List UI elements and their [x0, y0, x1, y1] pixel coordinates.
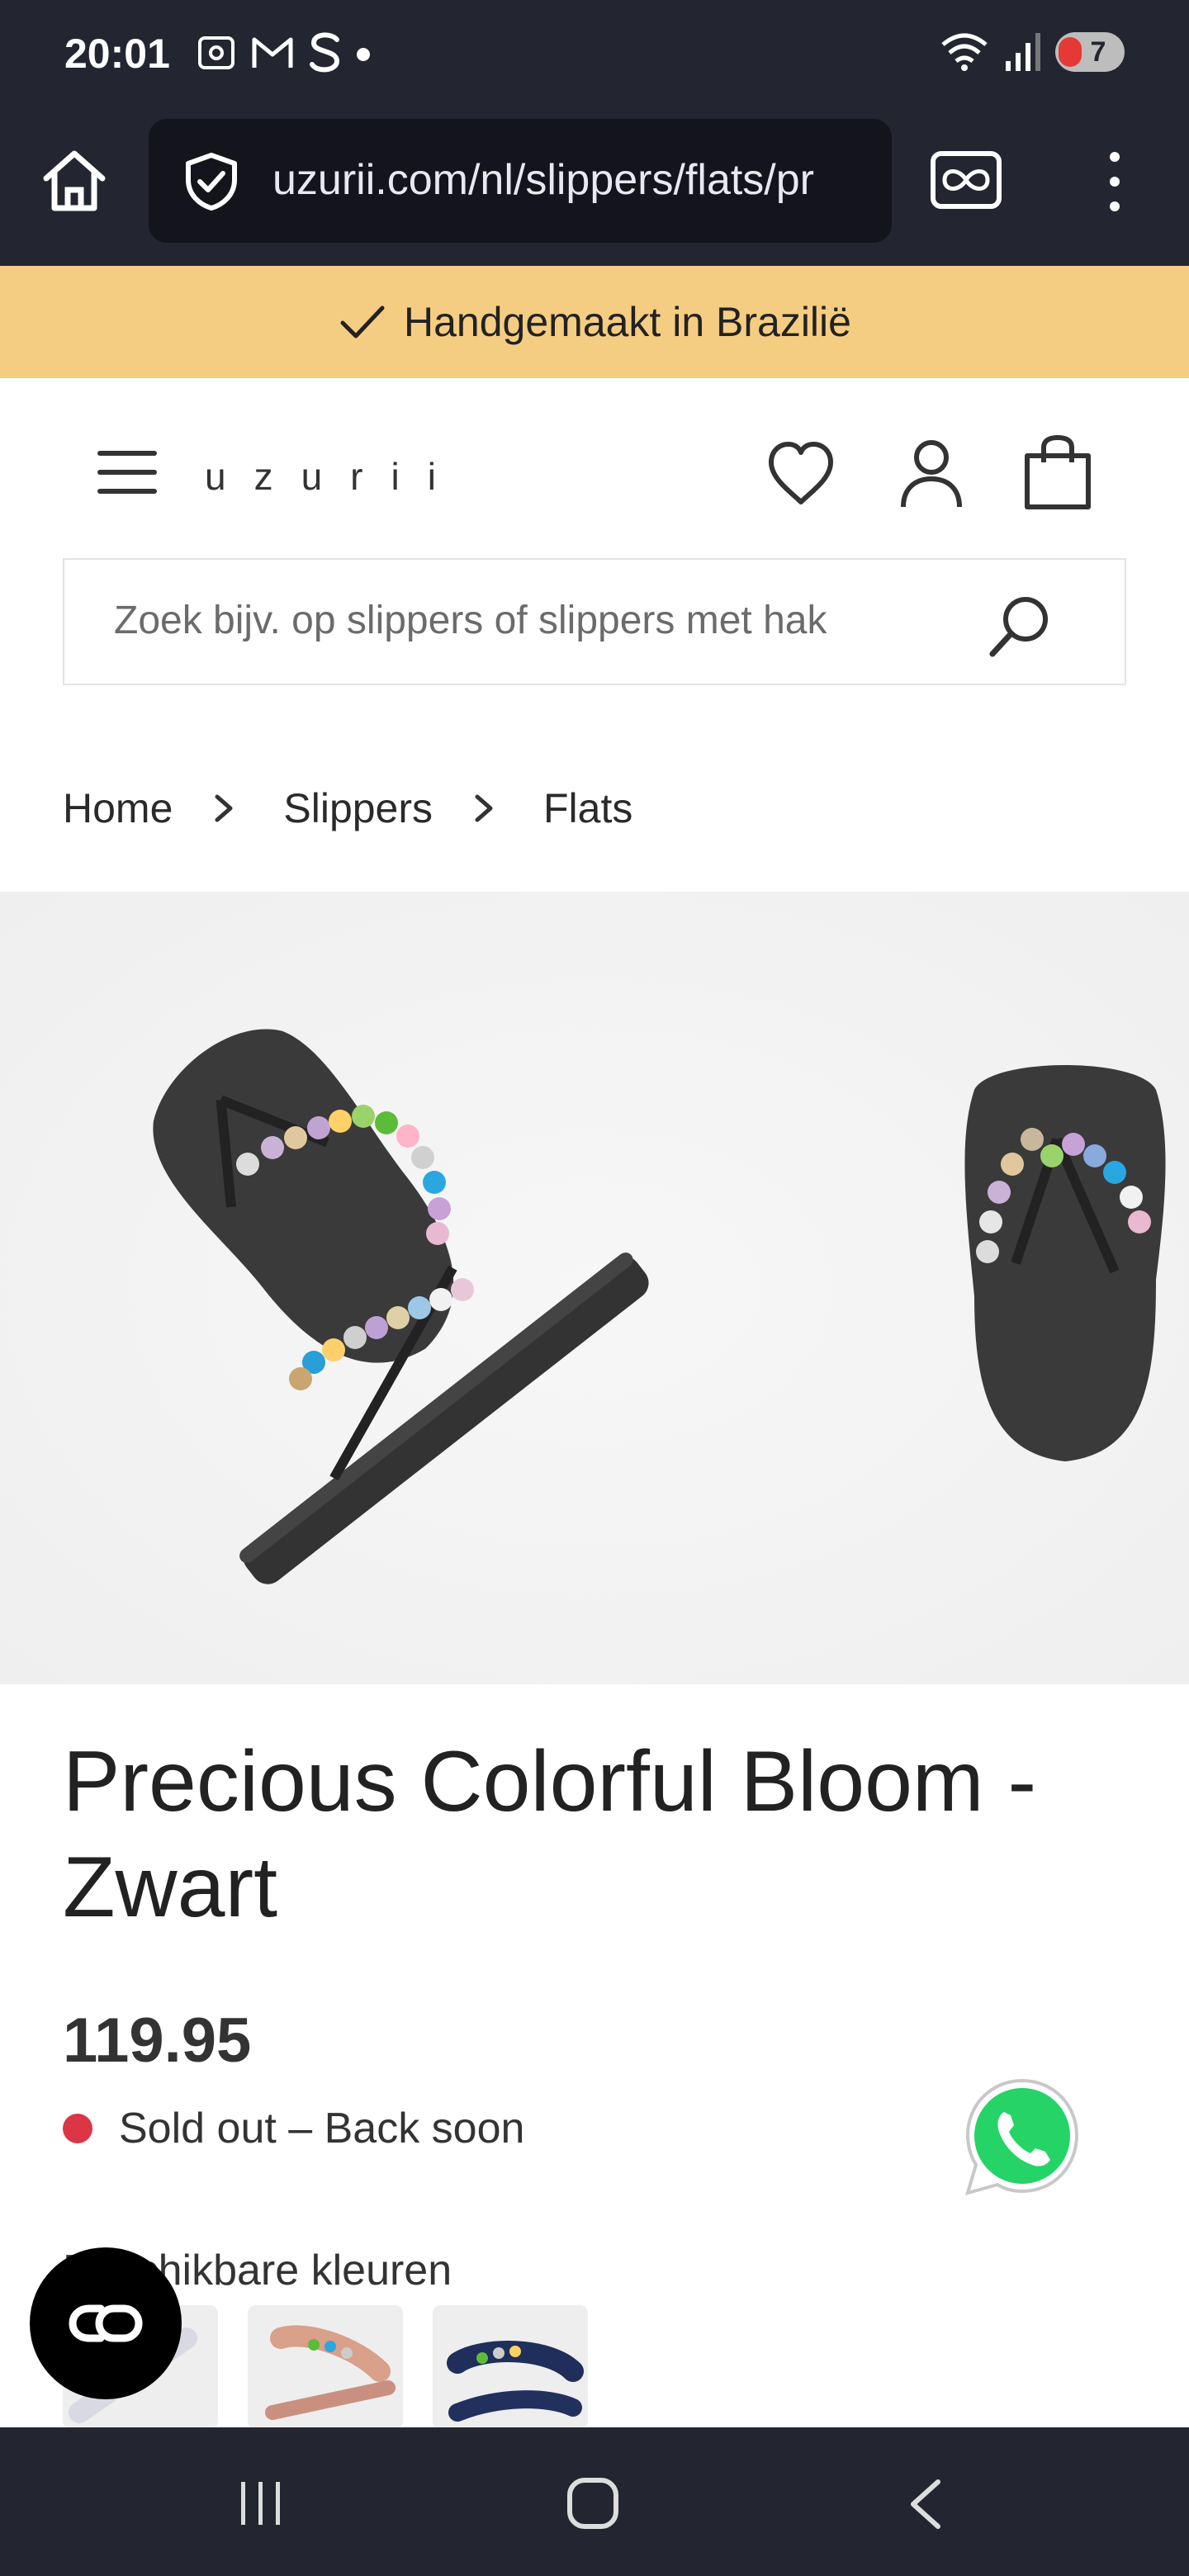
status-notification-icons: [195, 30, 372, 76]
swatch-image: [248, 2305, 403, 2429]
product-price: 119.95: [63, 2005, 252, 2076]
swatch-image: [433, 2305, 588, 2429]
gmail-icon: [252, 37, 293, 68]
color-swatch-navy[interactable]: [433, 2305, 588, 2429]
stock-status-text: Sold out – Back soon: [119, 2105, 525, 2152]
status-time: 20:01: [64, 31, 170, 77]
system-nav-bar: [0, 2427, 1189, 2576]
color-swatch-beige[interactable]: [248, 2305, 403, 2429]
stock-status-dot: [63, 2114, 92, 2143]
promo-text: Handgemaakt in Brazilië: [404, 299, 851, 345]
status-system-icons: 7: [940, 31, 1125, 73]
wifi-icon: [941, 33, 988, 71]
hamburger-menu-icon[interactable]: [97, 447, 157, 497]
status-bar: 20:01 7: [0, 0, 1189, 109]
site-logo[interactable]: uzurii: [205, 454, 464, 499]
chevron-right-icon: [475, 794, 493, 822]
search-input[interactable]: [114, 598, 931, 643]
recent-apps-icon[interactable]: [236, 2479, 286, 2528]
product-title: Precious Colorful Bloom - Zwart: [63, 1734, 1037, 1935]
chevron-right-icon: [215, 794, 233, 822]
address-bar[interactable]: uzurii.com/nl/slippers/flats/pr: [149, 119, 892, 243]
promo-banner: Handgemaakt in Brazilië: [0, 266, 1189, 378]
skype-icon: [310, 32, 340, 73]
site-header: uzurii: [0, 378, 1189, 558]
browser-toolbar: uzurii.com/nl/slippers/flats/pr: [0, 109, 1189, 266]
chat-logo-icon: [69, 2304, 143, 2342]
home-icon[interactable]: [38, 144, 111, 216]
incognito-tabs-icon[interactable]: [930, 150, 1002, 210]
product-image-gallery[interactable]: [0, 892, 1189, 1684]
home-nav-icon[interactable]: [566, 2477, 619, 2530]
breadcrumb-slippers[interactable]: Slippers: [283, 784, 433, 832]
signal-icon: [1006, 33, 1040, 71]
product-image: [0, 892, 1189, 1684]
breadcrumb: Home Slippers Flats: [63, 784, 632, 832]
breadcrumb-home[interactable]: Home: [63, 784, 173, 832]
chat-button[interactable]: [30, 2247, 182, 2399]
more-menu-icon[interactable]: [1095, 149, 1135, 215]
screenshot-icon: [198, 36, 234, 69]
stock-status: Sold out – Back soon: [63, 2104, 524, 2153]
search-box: [63, 558, 1126, 685]
breadcrumb-flats: Flats: [543, 785, 633, 831]
wishlist-heart-icon[interactable]: [766, 441, 836, 507]
shopping-bag-icon[interactable]: [1021, 434, 1095, 510]
back-icon[interactable]: [905, 2477, 945, 2531]
account-icon[interactable]: [900, 438, 963, 509]
battery-indicator: 7: [1055, 32, 1125, 72]
whatsapp-icon[interactable]: [959, 2074, 1085, 2200]
shield-check-icon[interactable]: [182, 152, 241, 211]
search-icon[interactable]: [986, 591, 1055, 661]
url-text[interactable]: uzurii.com/nl/slippers/flats/pr: [272, 155, 875, 205]
check-icon: [340, 305, 385, 339]
dot-icon: [357, 48, 370, 61]
